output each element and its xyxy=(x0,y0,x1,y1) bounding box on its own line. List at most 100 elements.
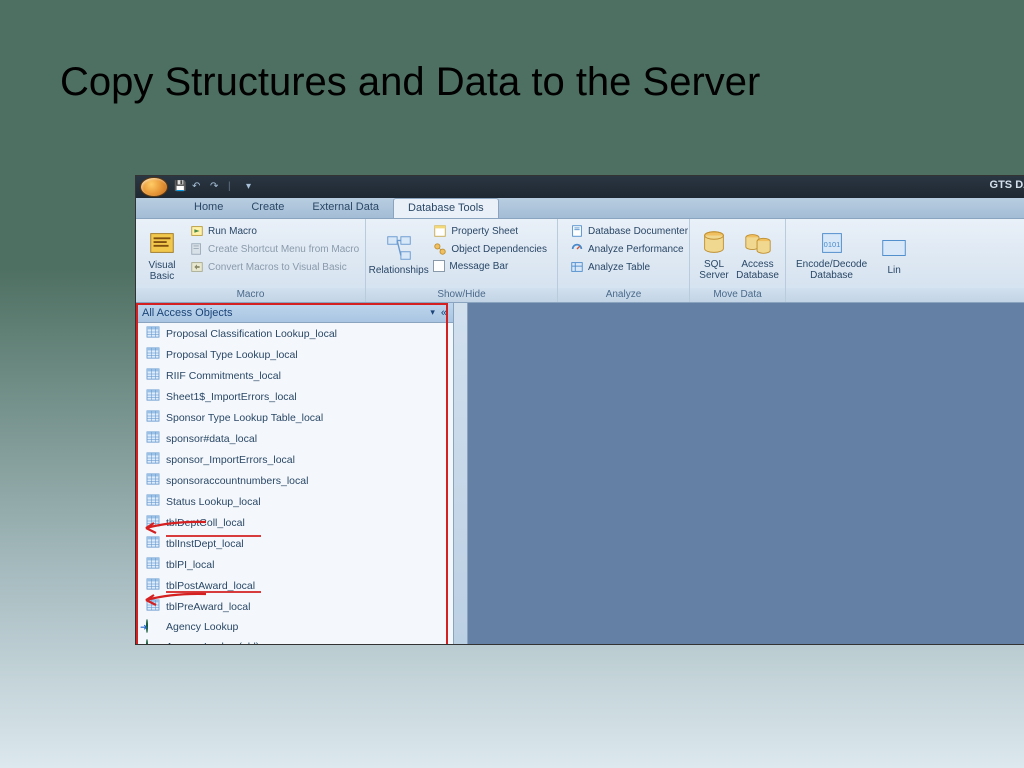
nav-item-table[interactable]: tblDeptColl_local xyxy=(136,512,453,533)
relationships-button[interactable]: Relationships xyxy=(370,221,427,288)
nav-item-table[interactable]: tblPostAward_local xyxy=(136,575,453,596)
shortcut-menu-icon xyxy=(190,242,204,256)
nav-item-table[interactable]: Proposal Classification Lookup_local xyxy=(136,323,453,344)
nav-collapse-icon[interactable]: « xyxy=(441,307,447,319)
nav-item-table[interactable]: tblPreAward_local xyxy=(136,596,453,617)
tab-home[interactable]: Home xyxy=(180,198,237,218)
linked-table-globe-icon: ➜ xyxy=(146,620,160,634)
nav-item-label: sponsor#data_local xyxy=(166,433,257,445)
table-icon xyxy=(146,326,160,341)
ribbon-tabs: Home Create External Data Database Tools xyxy=(136,198,1024,219)
nav-item-table[interactable]: Sponsor Type Lookup Table_local xyxy=(136,407,453,428)
property-sheet-button[interactable]: Property Sheet xyxy=(429,223,551,239)
nav-item-label: Sheet1$_ImportErrors_local xyxy=(166,391,297,403)
workspace: All Access Objects ▾ « Proposal Classifi… xyxy=(136,303,1024,644)
nav-pane-header[interactable]: All Access Objects ▾ « xyxy=(136,303,453,323)
access-db-label: Access Database xyxy=(736,260,779,281)
table-icon xyxy=(146,494,160,509)
analyze-table-icon xyxy=(570,260,584,274)
performance-label: Analyze Performance xyxy=(588,244,684,255)
nav-item-linked[interactable]: ➜Agency Lookup(old) xyxy=(136,637,453,644)
tab-create[interactable]: Create xyxy=(237,198,298,218)
table-icon xyxy=(146,347,160,362)
table-icon xyxy=(146,473,160,488)
group-database-tools: 0101 Encode/Decode Database Lin xyxy=(786,219,1024,302)
nav-item-label: tblPI_local xyxy=(166,559,214,571)
message-bar-button[interactable]: Message Bar xyxy=(429,259,551,273)
nav-item-label: Agency Lookup(old) xyxy=(166,641,259,644)
table-icon xyxy=(146,578,160,593)
run-macro-button[interactable]: Run Macro xyxy=(186,223,363,239)
nav-item-table[interactable]: Status Lookup_local xyxy=(136,491,453,512)
shutter-bar-button[interactable] xyxy=(454,303,468,644)
performance-icon xyxy=(570,242,584,256)
analyze-performance-button[interactable]: Analyze Performance xyxy=(566,241,692,257)
nav-item-label: tblDeptColl_local xyxy=(166,517,245,529)
redo-icon[interactable]: ↷ xyxy=(210,181,222,193)
relationships-label: Relationships xyxy=(369,265,429,276)
table-icon xyxy=(146,452,160,467)
database-documenter-button[interactable]: Database Documenter xyxy=(566,223,692,239)
app-title: GTS DAT xyxy=(990,179,1024,191)
nav-item-label: sponsor_ImportErrors_local xyxy=(166,454,295,466)
nav-item-table[interactable]: sponsoraccountnumbers_local xyxy=(136,470,453,491)
nav-item-table[interactable]: sponsor_ImportErrors_local xyxy=(136,449,453,470)
nav-item-table[interactable]: sponsor#data_local xyxy=(136,428,453,449)
convert-macros-button: Convert Macros to Visual Basic xyxy=(186,259,363,275)
tab-external-data[interactable]: External Data xyxy=(298,198,393,218)
nav-header-title: All Access Objects xyxy=(142,307,232,319)
table-icon xyxy=(146,536,160,551)
relationships-icon xyxy=(384,233,414,263)
nav-item-table[interactable]: tblInstDept_local xyxy=(136,533,453,554)
access-db-icon xyxy=(743,228,773,258)
encode-label: Encode/Decode Database xyxy=(796,260,867,281)
documenter-icon xyxy=(570,224,584,238)
run-macro-label: Run Macro xyxy=(208,226,257,237)
undo-icon[interactable]: ↶ xyxy=(192,181,204,193)
qat-more-icon[interactable]: ▾ xyxy=(246,181,258,193)
sql-server-label: SQL Server xyxy=(699,260,728,281)
access-database-button[interactable]: Access Database xyxy=(734,221,781,288)
property-sheet-icon xyxy=(433,224,447,238)
ribbon: Visual Basic Run Macro Create Shortcut M… xyxy=(136,219,1024,303)
group-analyze: Database Documenter Analyze Performance … xyxy=(558,219,690,302)
move-data-group-label: Move Data xyxy=(690,288,785,302)
sql-server-icon xyxy=(699,228,729,258)
nav-item-linked[interactable]: ➜ Agency Lookup xyxy=(136,617,453,637)
qat-sep: | xyxy=(228,181,240,193)
nav-object-list[interactable]: Proposal Classification Lookup_local Prop… xyxy=(136,323,453,644)
sql-server-button[interactable]: SQL Server xyxy=(694,221,734,288)
nav-item-label: Agency Lookup xyxy=(166,621,238,633)
dbtools-group-label xyxy=(786,288,1024,302)
office-button[interactable] xyxy=(140,177,168,197)
table-icon xyxy=(146,557,160,572)
nav-item-table[interactable]: RIIF Commitments_local xyxy=(136,365,453,386)
analyze-table-button[interactable]: Analyze Table xyxy=(566,259,692,275)
save-icon[interactable]: 💾 xyxy=(174,181,186,193)
table-icon xyxy=(146,599,160,614)
nav-item-label: tblPostAward_local xyxy=(166,580,255,592)
tab-database-tools[interactable]: Database Tools xyxy=(393,198,499,218)
encode-decode-button[interactable]: 0101 Encode/Decode Database xyxy=(790,221,873,288)
visual-basic-label: Visual Basic xyxy=(148,260,175,282)
linked-table-manager-button[interactable]: Lin xyxy=(873,221,915,288)
object-dependencies-button[interactable]: Object Dependencies xyxy=(429,241,551,257)
nav-item-table[interactable]: tblPI_local xyxy=(136,554,453,575)
checkbox-icon[interactable] xyxy=(433,260,445,272)
visual-basic-button[interactable]: Visual Basic xyxy=(140,221,184,288)
navigation-pane: All Access Objects ▾ « Proposal Classifi… xyxy=(136,303,454,644)
object-dependencies-label: Object Dependencies xyxy=(451,244,547,255)
nav-item-label: Status Lookup_local xyxy=(166,496,261,508)
access-screenshot: 💾 ↶ ↷ | ▾ GTS DAT Home Create External D… xyxy=(135,175,1024,645)
titlebar: 💾 ↶ ↷ | ▾ GTS DAT xyxy=(136,176,1024,198)
nav-item-table[interactable]: Proposal Type Lookup_local xyxy=(136,344,453,365)
analyze-table-label: Analyze Table xyxy=(588,262,650,273)
nav-item-table[interactable]: Sheet1$_ImportErrors_local xyxy=(136,386,453,407)
nav-item-label: tblInstDept_local xyxy=(166,538,244,550)
nav-dropdown-icon[interactable]: ▾ xyxy=(430,307,435,318)
table-icon xyxy=(146,368,160,383)
show-hide-group-label: Show/Hide xyxy=(366,288,557,302)
nav-item-label: sponsoraccountnumbers_local xyxy=(166,475,308,487)
nav-item-label: Proposal Classification Lookup_local xyxy=(166,328,337,340)
group-show-hide: Relationships Property Sheet Object Depe… xyxy=(366,219,558,302)
